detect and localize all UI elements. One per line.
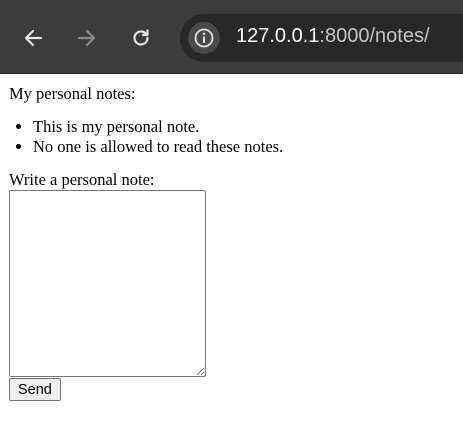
browser-toolbar: 127.0.0.1:8000/notes/ xyxy=(0,0,463,74)
page-content: My personal notes: This is my personal n… xyxy=(9,84,449,401)
site-info-button[interactable] xyxy=(188,22,220,54)
back-button[interactable] xyxy=(17,22,49,54)
forward-button[interactable] xyxy=(71,22,103,54)
info-icon xyxy=(194,28,214,48)
notes-list: This is my personal note. No one is allo… xyxy=(9,117,449,157)
list-item: No one is allowed to read these notes. xyxy=(33,137,449,157)
address-bar[interactable]: 127.0.0.1:8000/notes/ xyxy=(180,14,463,62)
list-item: This is my personal note. xyxy=(33,117,449,137)
url-host: 127.0.0.1 xyxy=(236,25,320,47)
url-path: :8000/notes/ xyxy=(319,25,430,47)
forward-arrow-icon xyxy=(77,29,96,47)
note-form-label: Write a personal note: xyxy=(9,170,155,189)
send-button[interactable]: Send xyxy=(9,378,61,401)
note-form: Write a personal note: Send xyxy=(9,170,449,401)
page-heading: My personal notes: xyxy=(9,84,136,103)
back-arrow-icon xyxy=(24,29,43,47)
note-textarea[interactable] xyxy=(9,190,206,377)
reload-icon xyxy=(133,29,149,46)
url-text[interactable]: 127.0.0.1:8000/notes/ xyxy=(236,25,430,48)
reload-button[interactable] xyxy=(125,22,157,54)
